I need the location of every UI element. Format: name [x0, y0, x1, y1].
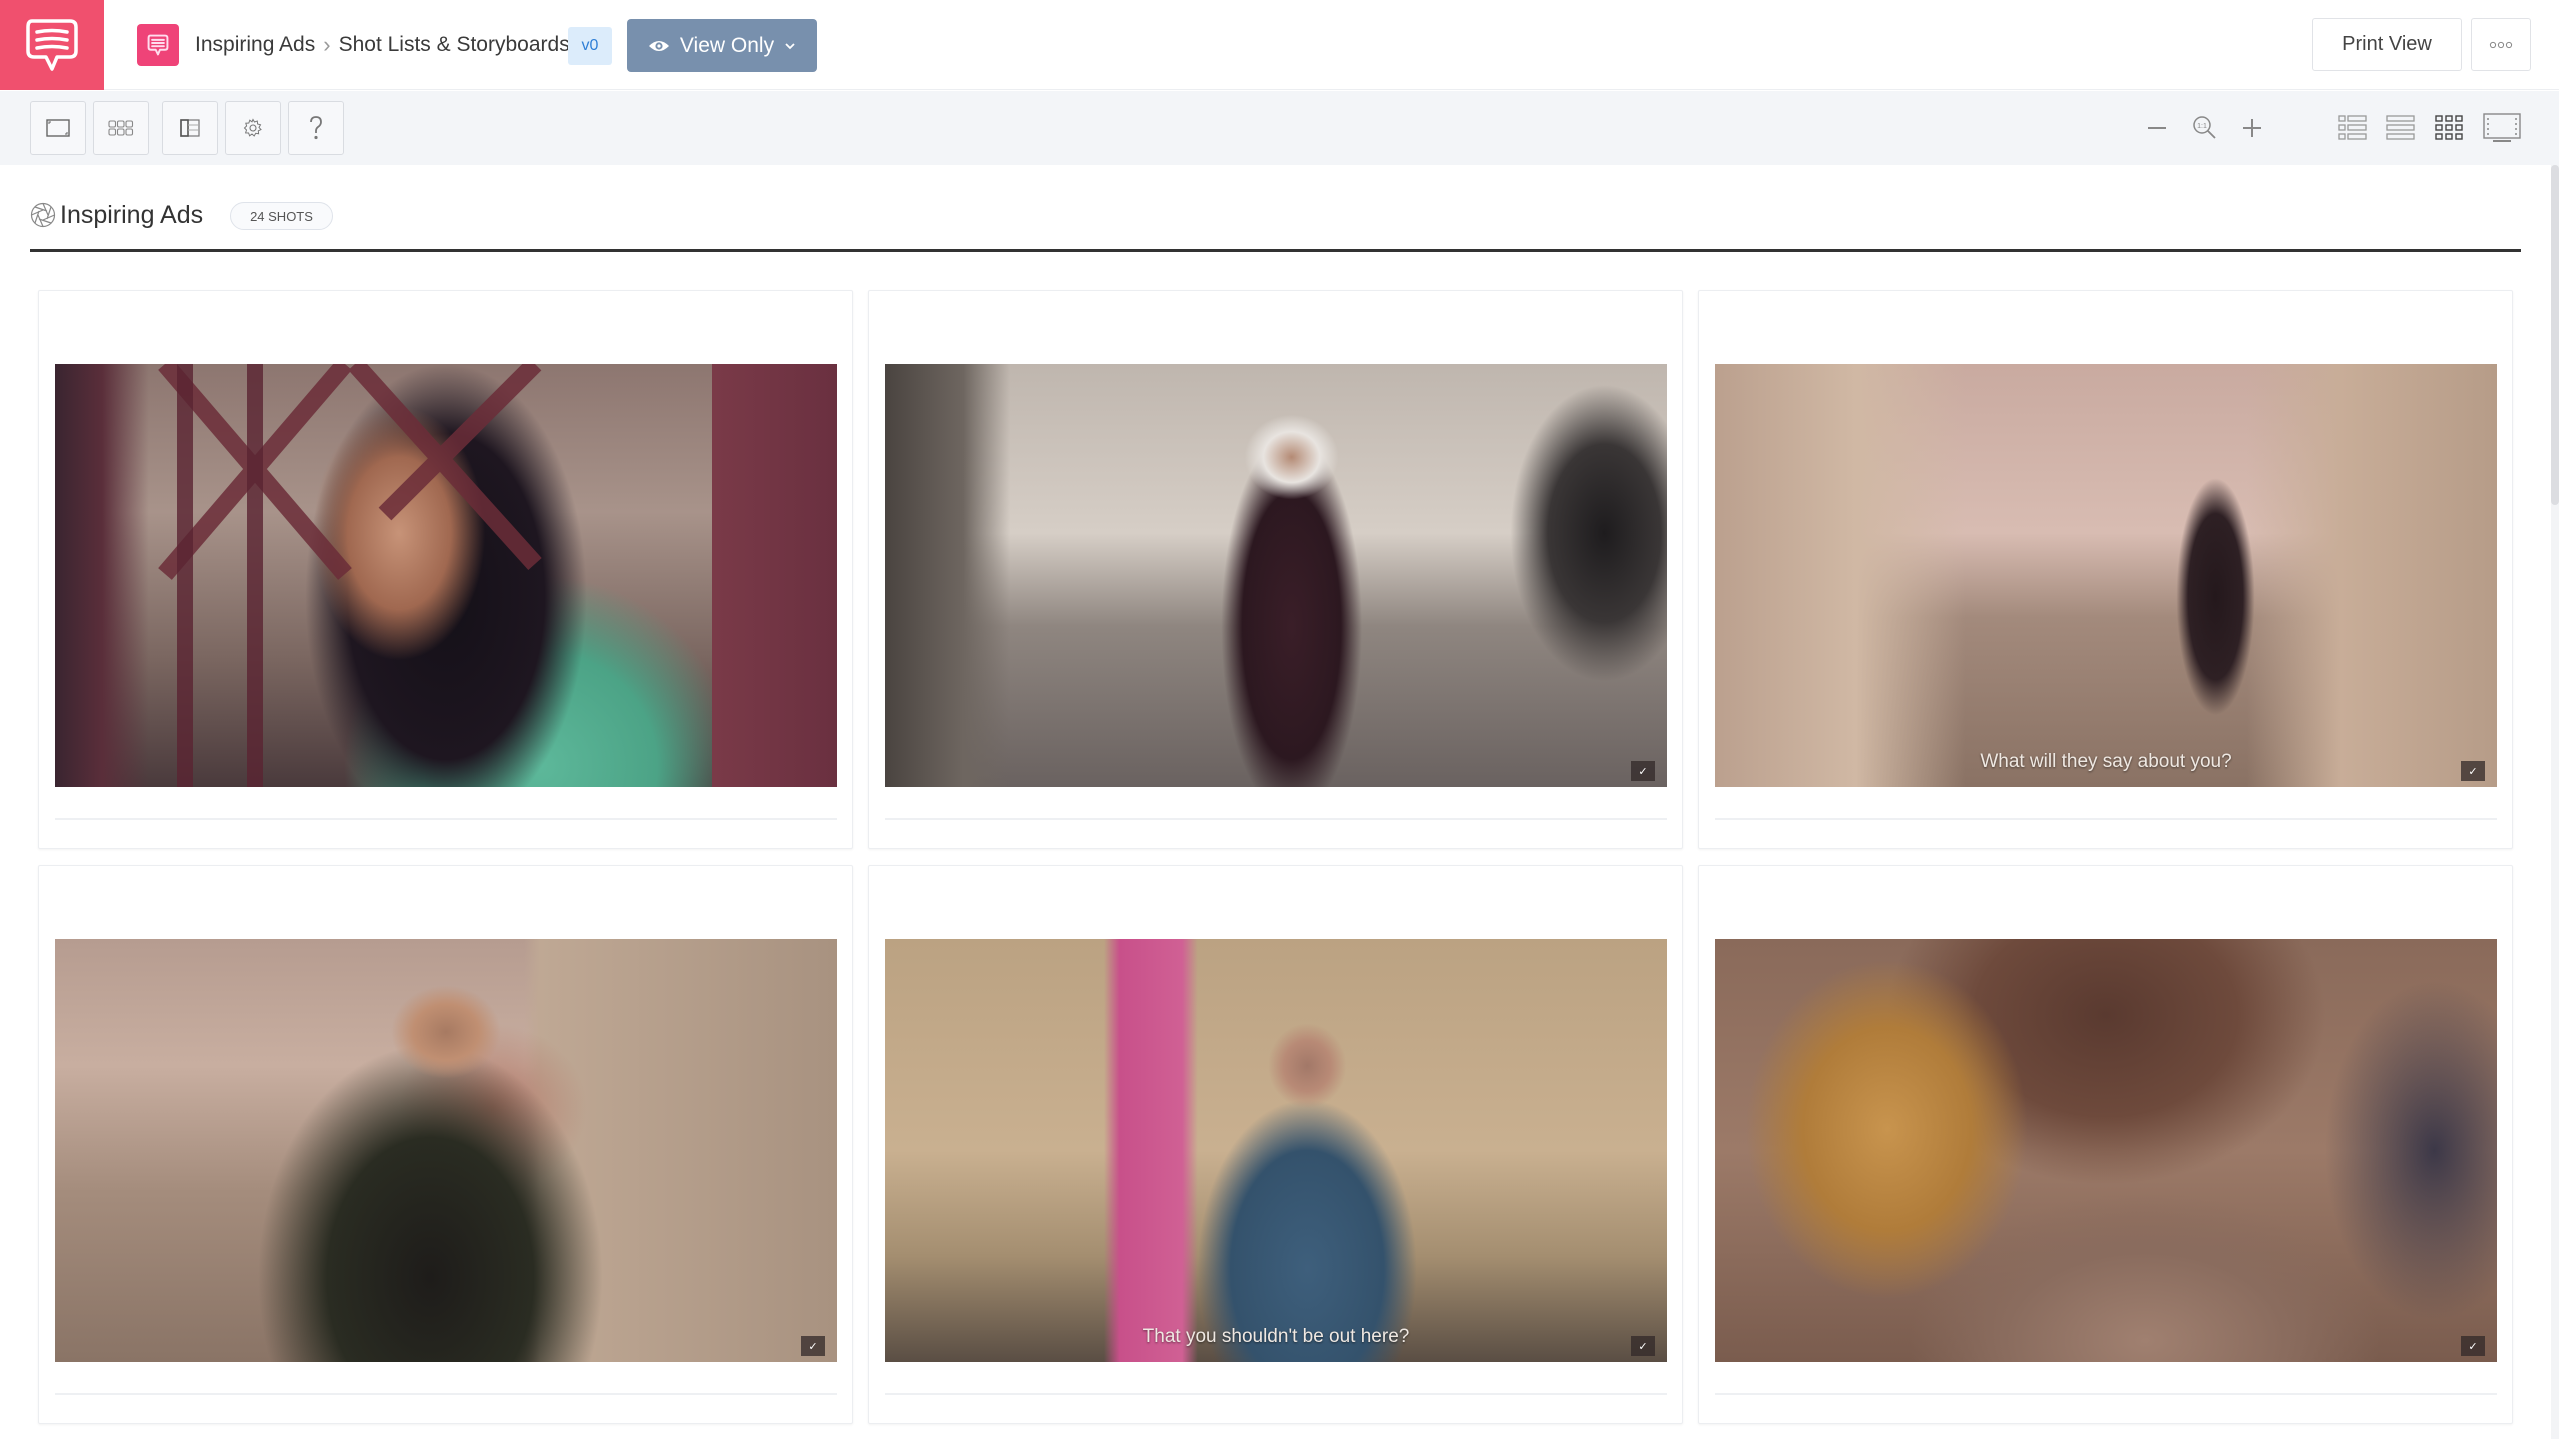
shot-image[interactable]: What will they say about you? ✓: [1715, 364, 2497, 787]
shot-card[interactable]: ✓: [1698, 865, 2513, 1424]
shot-caption-divider: [55, 818, 837, 820]
settings-button[interactable]: [225, 101, 281, 155]
shot-subtitle: What will they say about you?: [1980, 751, 2232, 772]
project-icon[interactable]: [137, 24, 179, 66]
watermark-swoosh-icon: ✓: [1631, 761, 1655, 781]
grid-icon: [108, 120, 134, 136]
watermark-swoosh-icon: ✓: [2461, 761, 2485, 781]
shot-card[interactable]: ✓: [868, 290, 1683, 849]
svg-text:1:1: 1:1: [2197, 123, 2207, 130]
section-heading: Inspiring Ads: [30, 198, 203, 232]
watermark-swoosh-icon: ✓: [1631, 1336, 1655, 1356]
grid-layout-button[interactable]: [93, 101, 149, 155]
presentation-icon: [2483, 113, 2521, 142]
breadcrumb-project[interactable]: Inspiring Ads: [195, 33, 315, 57]
zoom-1to1-icon: 1:1: [2193, 116, 2216, 139]
zoom-in-button[interactable]: [2232, 108, 2272, 148]
watermark-swoosh-icon: ✓: [2461, 1336, 2485, 1356]
top-header: Inspiring Ads › Shot Lists & Storyboards…: [0, 0, 2559, 90]
view-only-button[interactable]: View Only: [627, 19, 817, 72]
shot-caption-divider: [885, 1393, 1667, 1395]
shot-caption-divider: [55, 1393, 837, 1395]
shot-count-badge: 24 SHOTS: [230, 202, 333, 230]
view-presentation[interactable]: [2482, 108, 2522, 148]
app-logo[interactable]: [0, 0, 104, 90]
watermark-swoosh-icon: ✓: [801, 1336, 825, 1356]
shot-image[interactable]: ✓: [55, 939, 837, 1362]
gate-pattern: [158, 364, 542, 787]
view-grid[interactable]: [2429, 108, 2469, 148]
more-dots-icon: [2489, 41, 2513, 48]
eye-icon: [648, 40, 669, 51]
minus-icon: [2148, 127, 2166, 129]
more-options-button[interactable]: [2471, 18, 2531, 71]
chevron-down-icon: [785, 42, 795, 49]
shot-card[interactable]: [38, 290, 853, 849]
section-divider: [30, 249, 2521, 252]
breadcrumb: Inspiring Ads › Shot Lists & Storyboards: [195, 28, 570, 62]
shot-image[interactable]: ✓: [1715, 939, 2497, 1362]
list-thumbnail-icon: [2338, 115, 2367, 140]
version-badge[interactable]: v0: [568, 27, 612, 65]
breadcrumb-page[interactable]: Shot Lists & Storyboards: [339, 33, 570, 57]
list-icon: [2386, 115, 2415, 140]
shot-caption-divider: [885, 818, 1667, 820]
grid-icon: [2435, 115, 2463, 140]
shot-image[interactable]: That you shouldn't be out here? ✓: [885, 939, 1667, 1362]
section-title: Inspiring Ads: [60, 200, 204, 229]
print-view-button[interactable]: Print View: [2312, 18, 2462, 71]
shot-caption-divider: [1715, 818, 2497, 820]
breadcrumb-separator-icon: ›: [323, 32, 331, 57]
view-list[interactable]: [2381, 108, 2421, 148]
frame-aspect-button[interactable]: [30, 101, 86, 155]
question-icon: [310, 116, 322, 140]
view-only-label: View Only: [679, 33, 775, 57]
plus-icon: [2243, 119, 2261, 137]
shot-card[interactable]: ✓: [38, 865, 853, 1424]
split-panel-icon: [180, 119, 200, 137]
speech-bubble-icon: [26, 19, 78, 71]
aspect-ratio-icon: [46, 119, 70, 137]
shot-subtitle: That you shouldn't be out here?: [1142, 1326, 1410, 1347]
aperture-icon: [30, 202, 56, 228]
shot-card[interactable]: What will they say about you? ✓: [1698, 290, 2513, 849]
zoom-out-button[interactable]: [2137, 108, 2177, 148]
view-list-thumb[interactable]: [2333, 108, 2373, 148]
panel-layout-button[interactable]: [162, 101, 218, 155]
shot-image[interactable]: ✓: [885, 364, 1667, 787]
shot-image[interactable]: [55, 364, 837, 787]
shot-caption-divider: [1715, 1393, 2497, 1395]
gear-icon: [243, 118, 262, 137]
speech-bubble-icon: [147, 34, 169, 56]
scrollbar-thumb[interactable]: [2551, 165, 2559, 505]
shot-card[interactable]: That you shouldn't be out here? ✓: [868, 865, 1683, 1424]
help-button[interactable]: [288, 101, 344, 155]
zoom-reset-button[interactable]: 1:1: [2185, 108, 2225, 148]
storyboard-toolbar: 1:1: [0, 91, 2559, 165]
